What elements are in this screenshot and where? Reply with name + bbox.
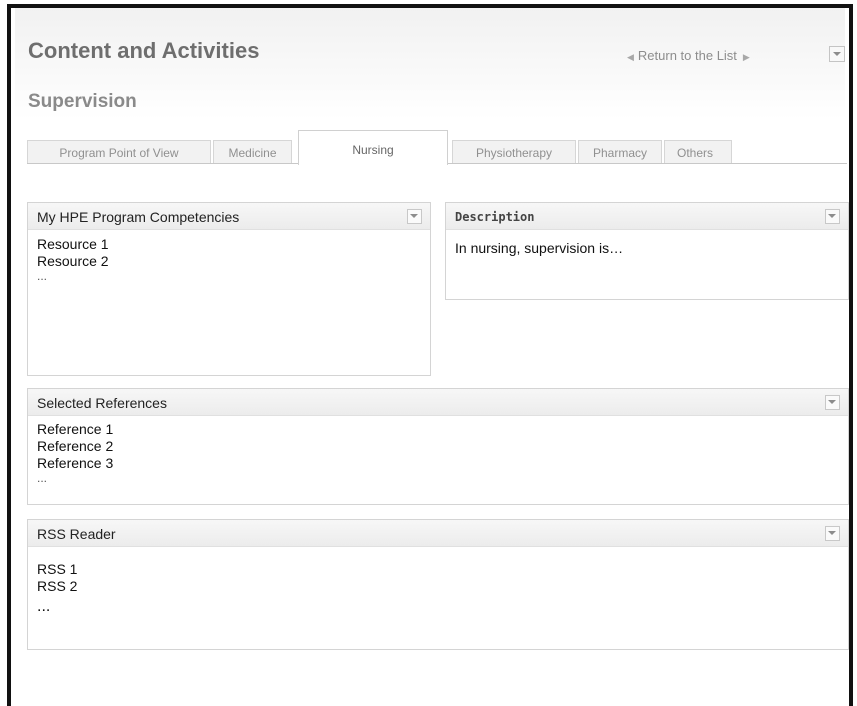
page-title: Content and Activities [28, 38, 260, 63]
description-panel-menu-button[interactable] [825, 209, 840, 224]
page-options-dropdown[interactable] [829, 46, 845, 62]
list-item[interactable]: RSS 1 [37, 561, 839, 578]
list-item[interactable]: Resource 1 [37, 236, 421, 253]
triangle-left-icon: ◀ [627, 52, 634, 62]
rss-panel-menu-button[interactable] [825, 526, 840, 541]
tab-program-point-of-view[interactable]: Program Point of View [27, 140, 211, 164]
list-item[interactable]: Reference 1 [37, 421, 839, 438]
triangle-right-icon: ▶ [742, 52, 750, 62]
rss-panel-title: RSS Reader [37, 526, 116, 542]
return-link-label: Return to the List [637, 48, 737, 63]
description-panel: Description In nursing, supervision is… [445, 202, 849, 300]
description-text: In nursing, supervision is… [455, 240, 624, 256]
tab-medicine[interactable]: Medicine [213, 140, 292, 164]
list-item[interactable]: RSS 2 [37, 578, 839, 595]
competencies-panel-title: My HPE Program Competencies [37, 209, 240, 225]
chevron-down-icon [828, 531, 836, 535]
tab-physiotherapy[interactable]: Physiotherapy [452, 140, 576, 164]
chevron-down-icon [410, 214, 418, 218]
page-subtitle: Supervision [28, 91, 137, 112]
competencies-panel-header: My HPE Program Competencies [28, 203, 430, 230]
return-to-list-link[interactable]: ◀ Return to the List ▶ [627, 48, 750, 63]
list-item[interactable]: Reference 2 [37, 438, 839, 455]
tab-others[interactable]: Others [664, 140, 732, 164]
rss-list: RSS 1 RSS 2 ... [28, 547, 848, 625]
references-panel-title: Selected References [37, 395, 167, 411]
chevron-down-icon [828, 400, 836, 404]
competencies-list: Resource 1 Resource 2 ... [28, 230, 430, 288]
competencies-panel: My HPE Program Competencies Resource 1 R… [27, 202, 431, 376]
app-frame: Content and Activities Supervision ◀ Retu… [7, 4, 853, 706]
references-panel-menu-button[interactable] [825, 395, 840, 410]
chevron-down-icon [833, 52, 841, 56]
list-item-ellipsis: ... [37, 269, 48, 283]
tab-nursing[interactable]: Nursing [298, 130, 448, 165]
list-item[interactable]: Resource 2 [37, 253, 421, 270]
rss-panel-header: RSS Reader [28, 520, 848, 547]
list-item[interactable]: Reference 3 [37, 455, 839, 472]
rss-panel: RSS Reader RSS 1 RSS 2 ... [27, 519, 849, 650]
competencies-panel-menu-button[interactable] [407, 209, 422, 224]
references-list: Reference 1 Reference 2 Reference 3 ... [28, 416, 848, 490]
description-panel-header: Description [446, 203, 848, 230]
chevron-down-icon [828, 214, 836, 218]
references-panel: Selected References Reference 1 Referenc… [27, 388, 849, 505]
description-panel-title: Description [455, 210, 535, 224]
references-panel-header: Selected References [28, 389, 848, 416]
list-item-ellipsis: ... [37, 471, 48, 485]
list-item-ellipsis: ... [37, 598, 51, 615]
tab-pharmacy[interactable]: Pharmacy [578, 140, 662, 164]
